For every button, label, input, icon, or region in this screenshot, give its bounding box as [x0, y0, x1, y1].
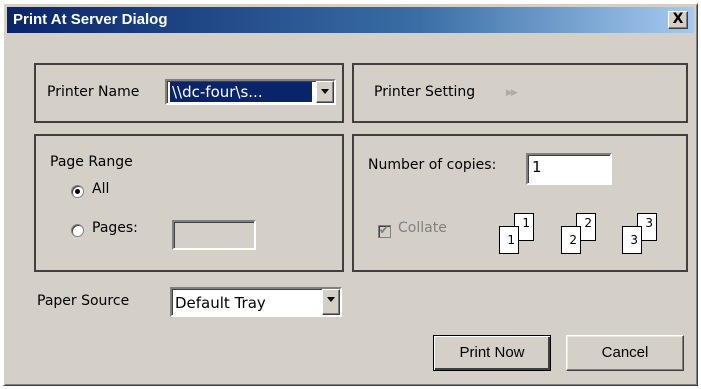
printer-setting-label[interactable]: Printer Setting: [374, 84, 475, 100]
all-radio[interactable]: [71, 185, 84, 198]
copies-group: Number of copies: 1 Collate 1 1 2 2 3 3: [352, 134, 688, 272]
collate-page-icon: 1: [499, 226, 519, 254]
close-icon: X: [672, 11, 684, 27]
print-now-label: Print Now: [459, 344, 525, 361]
chevron-down-icon[interactable]: [316, 81, 334, 103]
title-bar[interactable]: Print At Server Dialog X: [7, 7, 694, 33]
print-at-server-dialog: Print At Server Dialog X Printer Name \\…: [3, 3, 698, 386]
double-chevron-right-icon[interactable]: ▶▶: [506, 88, 518, 98]
printer-name-label: Printer Name: [47, 84, 140, 100]
pages-input[interactable]: [172, 220, 256, 250]
printer-name-value: \\dc-four\s...: [170, 82, 312, 102]
close-button[interactable]: X: [668, 11, 688, 29]
pages-radio[interactable]: [71, 224, 84, 237]
pages-radio-label[interactable]: Pages:: [92, 220, 138, 236]
collate-label[interactable]: Collate: [398, 220, 447, 236]
copies-input-value: 1: [532, 158, 542, 176]
page-range-label: Page Range: [50, 154, 133, 170]
printer-setting-group[interactable]: Printer Setting ▶▶: [352, 63, 688, 123]
paper-source-select[interactable]: Default Tray: [170, 287, 342, 317]
paper-source-label: Paper Source: [37, 293, 130, 309]
cancel-label: Cancel: [601, 344, 649, 361]
printer-name-select[interactable]: \\dc-four\s...: [165, 79, 336, 105]
printer-name-group: Printer Name \\dc-four\s...: [34, 63, 344, 123]
all-radio-label[interactable]: All: [92, 181, 109, 197]
cancel-button[interactable]: Cancel: [566, 335, 684, 371]
chevron-down-icon[interactable]: [322, 289, 340, 315]
print-now-button[interactable]: Print Now: [433, 335, 551, 371]
copies-label: Number of copies:: [368, 157, 497, 173]
collate-page-icon: 3: [622, 226, 642, 254]
dialog-title: Print At Server Dialog: [13, 11, 168, 28]
collate-page-icon: 2: [561, 226, 581, 254]
paper-source-value: Default Tray: [175, 294, 266, 312]
page-range-group: Page Range All Pages:: [34, 134, 344, 272]
copies-input[interactable]: 1: [526, 153, 612, 185]
collate-checkbox[interactable]: [378, 223, 391, 238]
